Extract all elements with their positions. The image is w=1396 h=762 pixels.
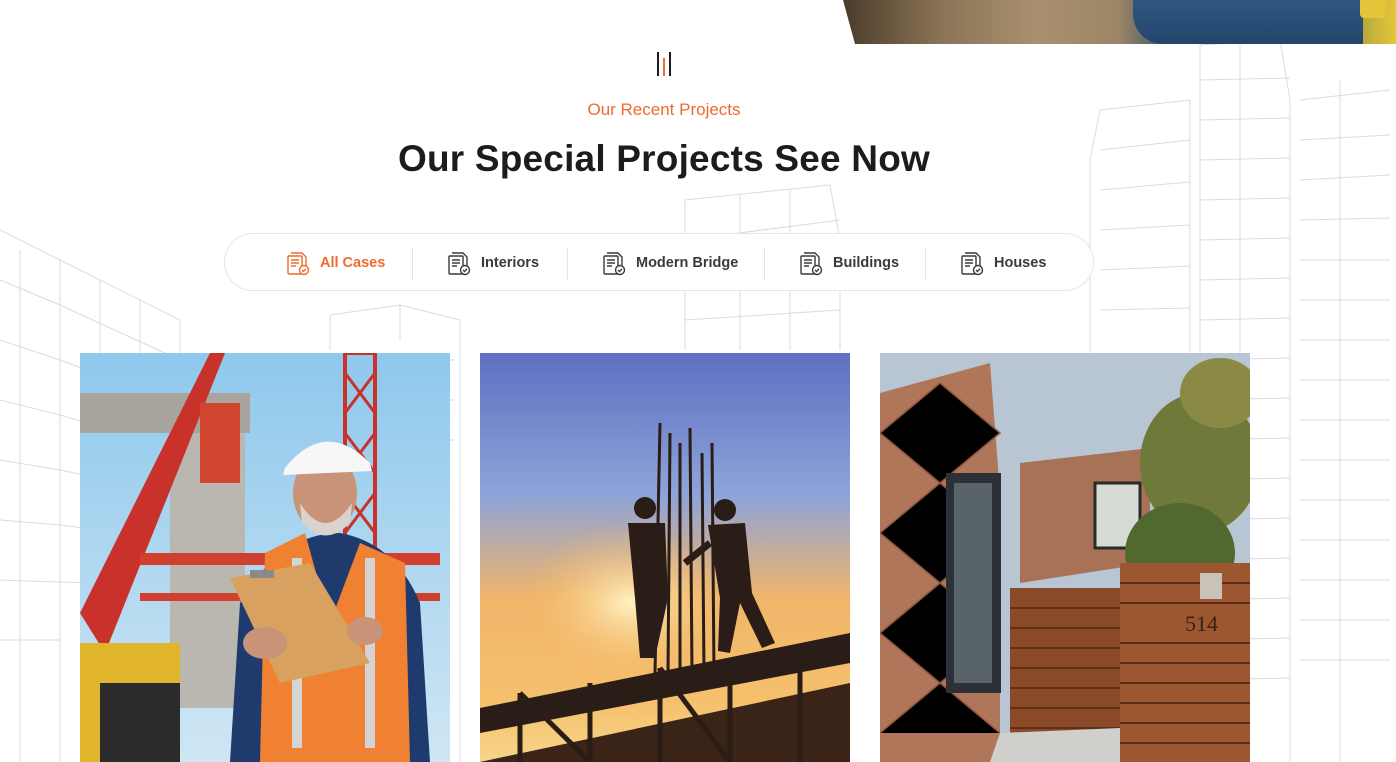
section-title: Our Special Projects See Now <box>397 138 931 179</box>
document-check-icon <box>448 252 471 276</box>
filter-label: Buildings <box>833 255 900 271</box>
project-image-modern-house: 514 <box>880 353 1250 762</box>
filter-buildings[interactable]: Buildings <box>797 234 899 292</box>
document-check-icon <box>603 252 626 276</box>
filter-all-cases[interactable]: All Cases <box>284 234 385 292</box>
filter-divider <box>412 247 413 281</box>
project-image-engineer <box>80 353 450 762</box>
document-check-icon <box>287 252 310 276</box>
filter-interiors[interactable]: Interiors <box>445 234 539 292</box>
filter-label: Interiors <box>481 255 540 271</box>
filter-divider <box>925 247 926 281</box>
house-number: 514 <box>1185 611 1218 636</box>
project-filter-bar: All Cases Interiors Modern Bridge Buildi… <box>224 233 1094 291</box>
section-divider-icon <box>657 52 673 76</box>
document-check-icon <box>961 252 984 276</box>
project-card-engineer[interactable] <box>80 353 450 762</box>
filter-label: Modern Bridge <box>636 255 739 271</box>
filter-houses[interactable]: Houses <box>958 234 1046 292</box>
project-card-modern-house[interactable]: 514 <box>880 353 1250 762</box>
section-subtitle: Our Recent Projects <box>587 100 741 119</box>
filter-divider <box>567 247 568 281</box>
filter-label: Houses <box>994 255 1047 271</box>
project-card-workers-sunset[interactable] <box>480 353 850 762</box>
filter-label: All Cases <box>320 255 386 271</box>
project-image-workers-sunset <box>480 353 850 762</box>
hero-image-fragment <box>843 0 1396 44</box>
filter-divider <box>764 247 765 281</box>
document-check-icon <box>800 252 823 276</box>
filter-modern-bridge[interactable]: Modern Bridge <box>600 234 738 292</box>
